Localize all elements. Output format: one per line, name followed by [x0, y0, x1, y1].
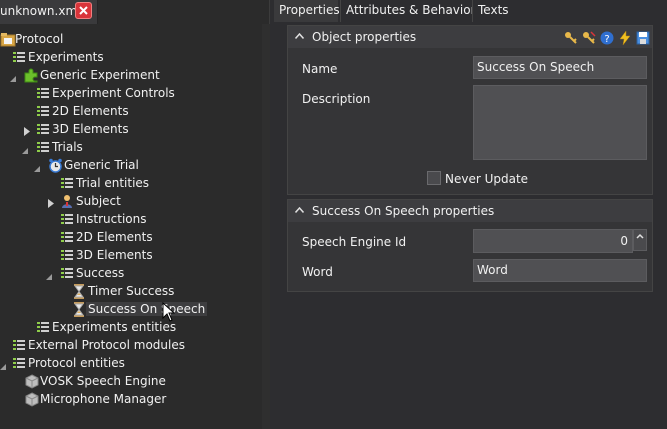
- tree-item-label: 2D Elements: [52, 104, 129, 118]
- list-icon: [12, 50, 26, 67]
- mouse-cursor-icon: [162, 302, 175, 322]
- tree-item-label: Experiments entities: [52, 320, 177, 334]
- list-icon: [36, 86, 50, 103]
- list-icon: [36, 140, 50, 157]
- name-label: Name: [302, 62, 338, 76]
- expanded-arrow-icon[interactable]: [0, 360, 8, 370]
- hourglass-icon: [72, 284, 86, 302]
- properties-tabs: Properties Attributes & Behaviors Texts: [274, 0, 667, 22]
- hourglass-icon: [72, 302, 86, 320]
- tree-item-label: Trials: [52, 140, 83, 154]
- tree-item-label: Subject: [76, 194, 121, 208]
- speech-engine-id-label: Speech Engine Id: [302, 235, 407, 249]
- list-icon: [12, 356, 26, 373]
- list-icon: [36, 320, 50, 337]
- tree-scrollbar[interactable]: [262, 24, 270, 429]
- tab-attributes-behaviors[interactable]: Attributes & Behaviors: [340, 0, 482, 22]
- tab-texts[interactable]: Texts: [472, 0, 509, 22]
- word-label: Word: [302, 265, 333, 279]
- name-input[interactable]: Success On Speech: [473, 56, 647, 79]
- file-tab-label: unknown.xml: [0, 4, 81, 18]
- never-update-checkbox[interactable]: [427, 171, 441, 185]
- tree-item-label: Generic Trial: [64, 158, 139, 172]
- tree-item-label: 3D Elements: [52, 122, 129, 136]
- never-update-label: Never Update: [445, 172, 529, 186]
- person-icon: [60, 194, 74, 212]
- protocol-tree-pane: unknown.xml Protocol Experiments Generic…: [0, 0, 270, 429]
- collapsed-arrow-icon[interactable]: [24, 125, 32, 136]
- collapsed-arrow-icon[interactable]: [48, 197, 56, 208]
- key-icon[interactable]: [582, 31, 596, 45]
- tree-item-label: Success: [76, 266, 125, 280]
- description-label: Description: [302, 92, 371, 106]
- tree-item-label: Protocol: [15, 32, 64, 46]
- expanded-arrow-icon[interactable]: [22, 144, 30, 154]
- expanded-arrow-icon[interactable]: [46, 270, 54, 280]
- chevron-up-icon[interactable]: [295, 33, 304, 39]
- folder-icon: [0, 32, 16, 50]
- spin-up-button[interactable]: [633, 229, 647, 251]
- object-properties-header[interactable]: Object properties ?: [288, 26, 652, 48]
- tree-item-label: Generic Experiment: [40, 68, 160, 82]
- tree-item-label: VOSK Speech Engine: [40, 374, 166, 388]
- object-properties-panel: Object properties ? Name Success On Spee…: [287, 25, 653, 195]
- puzzle-icon: [23, 68, 39, 86]
- chevron-up-icon[interactable]: [295, 207, 304, 213]
- list-icon: [36, 104, 50, 121]
- tree-item-label: 2D Elements: [76, 230, 153, 244]
- alarm-clock-icon: [48, 158, 63, 176]
- svg-text:?: ?: [604, 34, 609, 45]
- tree-item-label: Timer Success: [88, 284, 175, 298]
- list-icon: [36, 122, 50, 139]
- list-icon: [60, 212, 74, 229]
- tab-properties[interactable]: Properties: [274, 0, 340, 22]
- save-icon[interactable]: [636, 31, 650, 45]
- tree-item-label: Experiments: [28, 50, 104, 64]
- list-icon: [60, 248, 74, 265]
- panel-title: Success On Speech properties: [312, 204, 495, 218]
- list-icon: [60, 266, 74, 283]
- panel-title: Object properties: [312, 30, 417, 44]
- tree-item-label: Trial entities: [76, 176, 150, 190]
- success-properties-header[interactable]: Success On Speech properties: [288, 200, 652, 222]
- tree-item-label: External Protocol modules: [28, 338, 185, 352]
- tree-item-label: Experiment Controls: [52, 86, 175, 100]
- expanded-arrow-icon[interactable]: [34, 162, 42, 172]
- cube-icon: [25, 374, 39, 392]
- close-icon[interactable]: [75, 2, 92, 19]
- list-icon: [60, 176, 74, 193]
- help-icon[interactable]: ?: [600, 31, 614, 45]
- cube-icon: [25, 392, 39, 410]
- key-icon[interactable]: [564, 31, 578, 45]
- tree-item-label: Instructions: [76, 212, 147, 226]
- expanded-arrow-icon[interactable]: [10, 72, 18, 82]
- word-input[interactable]: Word: [473, 259, 647, 282]
- tree-item-label: Protocol entities: [28, 356, 125, 370]
- speech-engine-id-input[interactable]: 0: [473, 229, 633, 253]
- properties-pane: Properties Attributes & Behaviors Texts …: [274, 0, 667, 429]
- tree-item-label: Success On Speech: [86, 302, 208, 316]
- tree-item-label: Microphone Manager: [40, 392, 167, 406]
- list-icon: [60, 230, 74, 247]
- success-on-speech-properties-panel: Success On Speech properties Speech Engi…: [287, 199, 653, 292]
- lightning-icon[interactable]: [618, 31, 632, 45]
- list-icon: [12, 338, 26, 355]
- file-tab[interactable]: unknown.xml: [0, 0, 98, 24]
- chevron-up-icon: [636, 233, 644, 239]
- description-input[interactable]: [473, 85, 647, 160]
- tree-item-label: 3D Elements: [76, 248, 153, 262]
